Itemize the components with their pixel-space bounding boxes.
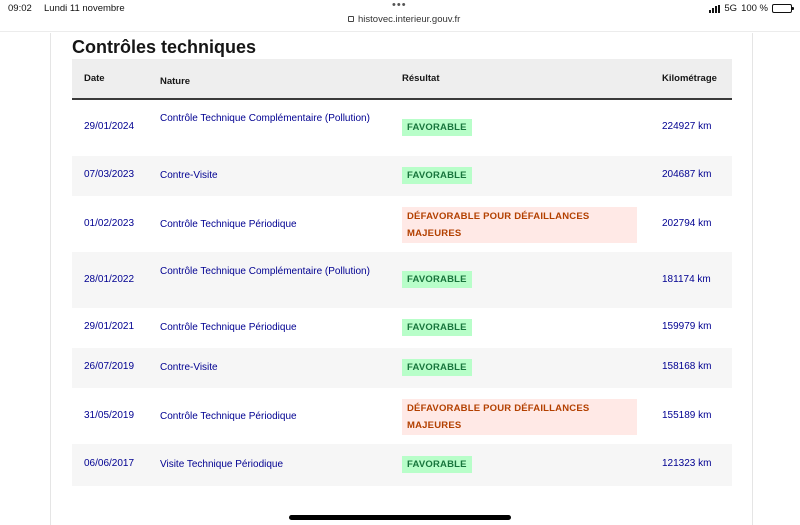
row-mileage: 202794 km [662,218,712,229]
page-border-left [50,33,51,525]
address-url: histovec.interieur.gouv.fr [358,14,461,25]
table-row: 07/03/2023 Contre-Visite FAVORABLE 20468… [72,156,732,196]
home-indicator[interactable] [289,515,511,520]
row-nature: Contrôle Technique Périodique [160,322,297,333]
more-dots-icon[interactable]: ••• [392,0,407,11]
page-border-right [752,33,753,525]
row-nature: Contrôle Technique Périodique [160,219,297,230]
result-badge: DÉFAVORABLE POUR DÉFAILLANCES MAJEURES [402,399,637,435]
header-result: Résultat [402,73,440,84]
row-mileage: 181174 km [662,274,711,285]
signal-icon [709,4,721,13]
result-badge: FAVORABLE [402,319,472,336]
row-mileage: 204687 km [662,169,712,180]
result-badge: FAVORABLE [402,271,472,288]
row-nature: Contre-Visite [160,362,218,373]
table-row: 29/01/2021 Contrôle Technique Périodique… [72,308,732,348]
result-badge: FAVORABLE [402,119,472,136]
row-nature: Contrôle Technique Complémentaire (Pollu… [160,266,370,277]
status-bar: 09:02 Lundi 11 novembre ••• histovec.int… [0,0,800,25]
network-label: 5G [724,3,738,14]
battery-icon [772,4,794,13]
controls-table: Date Nature Résultat Kilométrage 29/01/2… [72,59,732,486]
row-date: 28/01/2022 [84,274,135,285]
result-badge: DÉFAVORABLE POUR DÉFAILLANCES MAJEURES [402,207,637,243]
row-date: 07/03/2023 [84,169,135,180]
result-badge: FAVORABLE [402,167,472,184]
status-time: 09:02 [8,3,32,14]
header-mileage: Kilométrage [662,73,717,84]
row-date: 26/07/2019 [84,361,135,372]
status-right: 5G 100 % [709,3,794,14]
row-mileage: 121323 km [662,458,712,469]
lock-icon [348,16,354,22]
address-bar[interactable]: histovec.interieur.gouv.fr [348,14,460,25]
result-badge: FAVORABLE [402,456,472,473]
section-title: Contrôles techniques [72,37,257,57]
row-date: 06/06/2017 [84,458,135,469]
row-date: 01/02/2023 [84,218,135,229]
row-mileage: 224927 km [662,121,712,132]
row-date: 29/01/2024 [84,121,135,132]
row-date: 29/01/2021 [84,321,135,332]
row-nature: Visite Technique Périodique [160,459,284,470]
battery-percent: 100 % [741,3,768,14]
header-date: Date [84,73,105,84]
table-row: 06/06/2017 Visite Technique Périodique F… [72,444,732,486]
header-nature: Nature [160,76,191,87]
row-mileage: 158168 km [662,361,712,372]
divider [0,31,800,32]
table-header: Date Nature Résultat Kilométrage [72,59,732,100]
table-row: 31/05/2019 Contrôle Technique Périodique… [72,388,732,444]
row-mileage: 155189 km [662,410,712,421]
table-row: 29/01/2024 Contrôle Technique Complément… [72,100,732,156]
table-row: 26/07/2019 Contre-Visite FAVORABLE 15816… [72,348,732,388]
result-badge: FAVORABLE [402,359,472,376]
row-mileage: 159979 km [662,321,712,332]
status-date: Lundi 11 novembre [44,3,125,14]
row-nature: Contrôle Technique Complémentaire (Pollu… [160,113,370,124]
table-row: 01/02/2023 Contrôle Technique Périodique… [72,196,732,252]
row-nature: Contrôle Technique Périodique [160,411,297,422]
row-nature: Contre-Visite [160,170,218,181]
row-date: 31/05/2019 [84,410,135,421]
table-row: 28/01/2022 Contrôle Technique Complément… [72,252,732,308]
